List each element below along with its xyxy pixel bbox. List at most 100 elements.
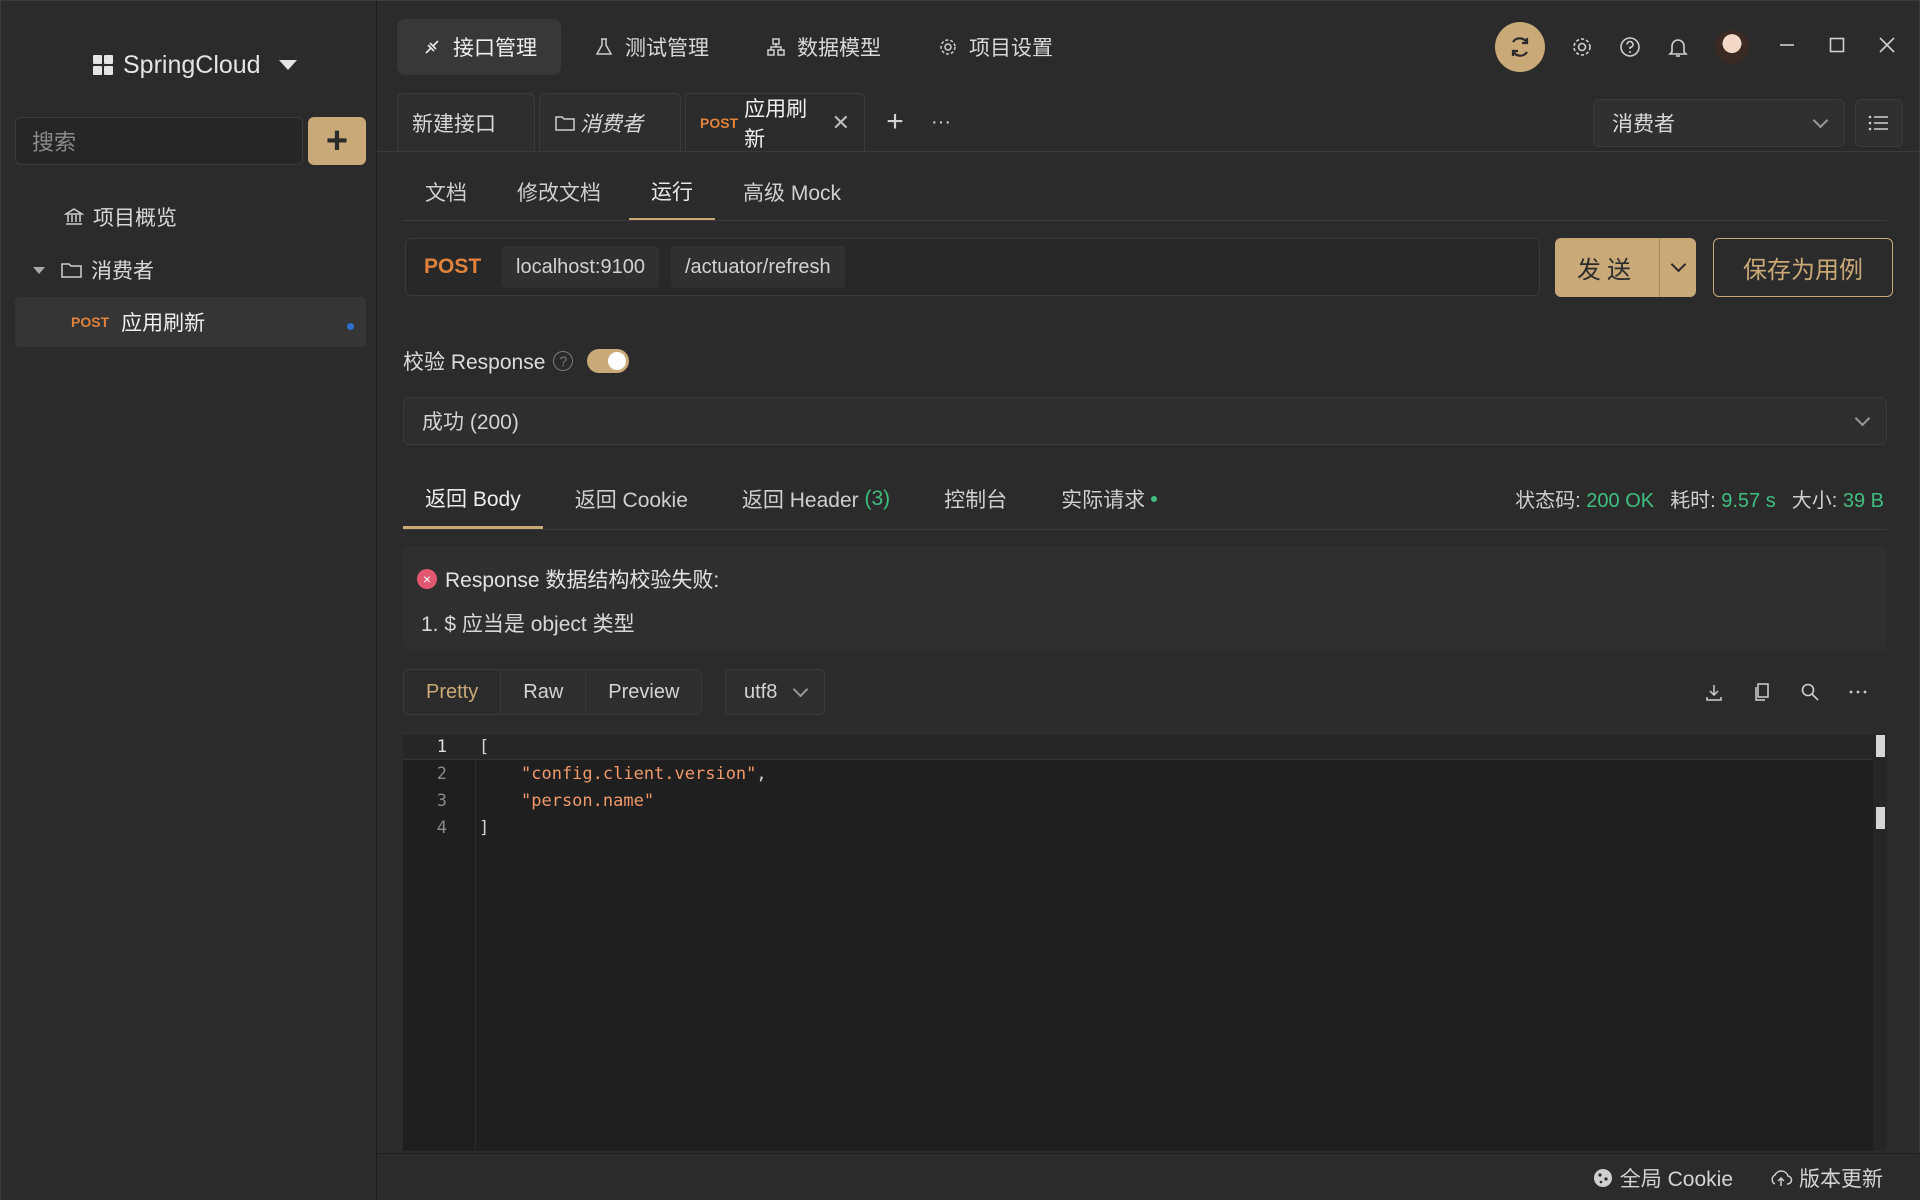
list-menu-button[interactable] <box>1855 99 1903 147</box>
maximize-icon[interactable] <box>1825 34 1849 60</box>
tab-label: 应用刷新 <box>744 97 808 151</box>
divider <box>377 151 1920 152</box>
expand-icon[interactable] <box>33 266 45 274</box>
sidebar: SpringCloud 搜索 + 项目概览 消费者 POST 应用刷新 <box>1 1 377 1200</box>
tab-label: 实际请求 <box>1061 489 1146 512</box>
tab-new-api[interactable]: 新建接口 <box>397 93 535 151</box>
status-dot <box>1151 496 1158 502</box>
code-line: 1 [ <box>403 733 1887 760</box>
sidebar-folder-consumer[interactable]: 消费者 <box>33 252 154 288</box>
nav-api-management[interactable]: 接口管理 <box>397 19 561 75</box>
validate-toggle[interactable] <box>587 349 630 373</box>
response-definition-value: 成功 (200) <box>422 411 519 434</box>
new-tab-button[interactable]: + <box>869 93 921 151</box>
tab-response-body[interactable]: 返回 Body <box>403 469 543 529</box>
cookie-icon <box>1593 1168 1612 1187</box>
chevron-down-icon <box>1812 112 1829 128</box>
bank-icon <box>63 206 85 228</box>
request-host[interactable]: localhost:9100 <box>502 246 659 288</box>
send-label: 发送 <box>1577 257 1637 284</box>
status-bar: 全局 Cookie 版本更新 <box>377 1153 1920 1200</box>
size-value: 39 B <box>1842 489 1884 512</box>
validation-error-box: × Response 数据结构校验失败: 1. $ 应当是 object 类型 <box>403 546 1887 651</box>
line-number: 4 <box>436 817 447 838</box>
subtab-advanced-mock[interactable]: 高级 Mock <box>721 163 863 221</box>
version-update-button[interactable]: 版本更新 <box>1769 1163 1883 1193</box>
close-icon[interactable] <box>1875 34 1899 60</box>
more-icon[interactable] <box>1847 681 1869 703</box>
nav-test-management[interactable]: 测试管理 <box>569 19 733 75</box>
request-method[interactable]: POST <box>424 255 490 279</box>
help-icon[interactable]: ? <box>553 351 574 371</box>
minimize-icon[interactable] <box>1775 34 1799 60</box>
subtab-run[interactable]: 运行 <box>629 163 715 221</box>
help-icon[interactable] <box>1619 36 1641 58</box>
caret-down-icon <box>278 60 297 70</box>
send-dropdown[interactable] <box>1659 238 1696 297</box>
grid-icon <box>93 55 113 75</box>
document-tabs: 新建接口 消费者 POST 应用刷新 ✕ + ··· <box>397 93 961 151</box>
tab-response-cookie[interactable]: 返回 Cookie <box>553 469 710 529</box>
tab-label: 新建接口 <box>412 112 496 136</box>
nav-project-settings[interactable]: 项目设置 <box>913 19 1077 75</box>
tab-label: 返回 Header <box>741 489 859 512</box>
status-label: 版本更新 <box>1799 1167 1883 1191</box>
format-pretty-button[interactable]: Pretty <box>404 670 502 714</box>
tab-actual-request[interactable]: 实际请求 <box>1039 469 1179 529</box>
avatar[interactable] <box>1715 30 1749 64</box>
error-title: × Response 数据结构校验失败: <box>417 564 719 594</box>
settings-icon[interactable] <box>1571 36 1593 58</box>
environment-value: 消费者 <box>1612 113 1675 136</box>
code-text: ] <box>479 817 490 838</box>
format-raw-button[interactable]: Raw <box>501 670 587 714</box>
global-cookie-button[interactable]: 全局 Cookie <box>1592 1163 1733 1193</box>
top-nav: 接口管理 测试管理 数据模型 项目设置 <box>397 19 1077 75</box>
download-icon[interactable] <box>1703 681 1725 703</box>
scroll-marker <box>1876 735 1885 757</box>
copy-icon[interactable] <box>1751 681 1773 703</box>
request-path[interactable]: /actuator/refresh <box>670 246 845 288</box>
response-body-editor[interactable]: 1 [ 2 "config.client.version", 3 "person… <box>403 733 1887 1151</box>
save-as-case-button[interactable]: 保存为用例 <box>1713 238 1893 297</box>
tab-close-icon[interactable]: ✕ <box>832 110 850 136</box>
response-definition-select[interactable]: 成功 (200) <box>403 397 1887 445</box>
search-placeholder: 搜索 <box>32 130 77 155</box>
editor-scrollbar[interactable] <box>1873 733 1887 1151</box>
more-tabs-button[interactable]: ··· <box>921 93 961 151</box>
chevron-down-icon <box>792 681 809 697</box>
folder-icon <box>554 112 576 134</box>
folder-icon <box>61 259 83 281</box>
sidebar-item-overview[interactable]: 项目概览 <box>63 199 177 235</box>
search-icon[interactable] <box>1799 681 1821 703</box>
sidebar-item-refresh[interactable]: POST 应用刷新 <box>15 297 366 347</box>
line-number: 2 <box>436 763 447 784</box>
sync-button[interactable] <box>1495 22 1545 72</box>
send-button[interactable]: 发送 <box>1555 238 1696 297</box>
bell-icon[interactable] <box>1667 36 1689 58</box>
subtab-doc[interactable]: 文档 <box>403 163 489 221</box>
project-name: SpringCloud <box>123 50 261 79</box>
encoding-value: utf8 <box>744 680 778 703</box>
api-subtabs: 文档 修改文档 运行 高级 Mock <box>403 163 869 221</box>
tab-refresh[interactable]: POST 应用刷新 ✕ <box>685 93 865 151</box>
divider <box>403 220 1887 221</box>
sidebar-search-input[interactable]: 搜索 <box>15 117 303 165</box>
divider <box>403 529 1887 530</box>
encoding-select[interactable]: utf8 <box>725 669 825 715</box>
subtab-edit-doc[interactable]: 修改文档 <box>495 163 623 221</box>
tab-response-header[interactable]: 返回 Header (3) <box>720 469 912 529</box>
format-preview-button[interactable]: Preview <box>586 670 702 714</box>
request-url-bar[interactable]: POST localhost:9100 /actuator/refresh <box>405 238 1540 296</box>
unsaved-dot <box>347 323 354 330</box>
tab-consumer-folder[interactable]: 消费者 <box>539 93 681 151</box>
time-stat: 耗时: 9.57 s <box>1670 489 1776 512</box>
environment-select[interactable]: 消费者 <box>1593 99 1845 147</box>
add-button[interactable]: + <box>308 117 366 165</box>
header-count: (3) <box>864 487 891 510</box>
nav-label: 数据模型 <box>797 37 881 60</box>
project-switcher[interactable]: SpringCloud <box>93 45 297 85</box>
nav-data-model[interactable]: 数据模型 <box>741 19 905 75</box>
error-icon: × <box>417 569 437 589</box>
tab-console[interactable]: 控制台 <box>922 469 1029 529</box>
validate-response-row: 校验 Response ? <box>403 343 630 379</box>
